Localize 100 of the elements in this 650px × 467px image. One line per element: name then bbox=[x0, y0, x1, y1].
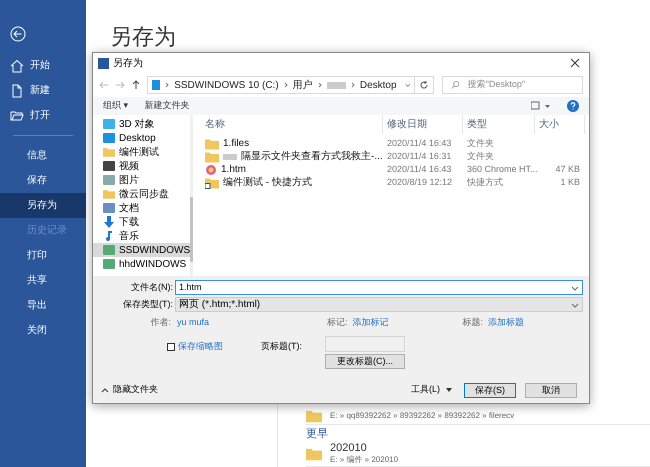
recent-folder-item[interactable]: 202010 E: » 编件 » 202010 bbox=[306, 441, 650, 467]
browser-icon bbox=[205, 164, 217, 176]
folder-path: E: » 编件 » 202010 bbox=[330, 455, 398, 465]
backstage-nav-item[interactable]: 打开 bbox=[0, 103, 86, 128]
new-folder-button[interactable]: 新建文件夹 bbox=[144, 99, 190, 113]
help-icon[interactable] bbox=[567, 100, 579, 112]
dropdown-caret-icon[interactable] bbox=[404, 81, 410, 89]
nav-tree-item[interactable]: hhdWINDOWS bbox=[93, 257, 190, 271]
file-date: 2020/11/4 16:43 bbox=[386, 162, 452, 176]
down-arrow-icon bbox=[103, 216, 115, 228]
hide-folders-toggle[interactable]: 隐藏文件夹 bbox=[113, 383, 158, 397]
chevron-icon bbox=[350, 82, 356, 88]
refresh-button[interactable] bbox=[414, 76, 434, 94]
backstage-nav-item[interactable]: 导出 bbox=[0, 293, 86, 318]
file-type: 360 Chrome HT... bbox=[467, 164, 538, 174]
drive-icon bbox=[152, 80, 160, 90]
file-name: 编件测试 - 快捷方式 bbox=[223, 176, 312, 190]
caret-up-icon[interactable] bbox=[101, 386, 109, 394]
file-date: 2020/11/4 16:31 bbox=[386, 150, 452, 163]
add-title-link[interactable]: 添加标题 bbox=[488, 316, 524, 330]
backstage-nav-item[interactable]: 关闭 bbox=[0, 318, 86, 343]
nav-tree-item[interactable]: 图片 bbox=[93, 173, 190, 187]
breadcrumb-item[interactable]: SSDWINDOWS 10 (C:) bbox=[174, 78, 279, 92]
tools-menu[interactable]: 工具(L) bbox=[411, 383, 440, 397]
close-icon[interactable] bbox=[570, 58, 580, 68]
redacted-text bbox=[223, 154, 237, 160]
nav-tree-item[interactable]: Desktop bbox=[93, 131, 190, 145]
filename-field[interactable]: 1.htm bbox=[175, 280, 583, 295]
chevron-icon bbox=[316, 82, 323, 88]
nav-tree-item[interactable]: 下载 bbox=[93, 215, 190, 229]
title-label: 标题: bbox=[462, 316, 484, 330]
nav-tree-item[interactable]: SSDWINDOWS bbox=[93, 243, 190, 257]
folder-icon bbox=[103, 188, 115, 200]
nav-tree-item[interactable]: 文档 bbox=[93, 201, 190, 215]
checkbox-label: 保存缩略图 bbox=[178, 340, 223, 353]
file-type-dropdown[interactable]: 网页 (*.htm;*.html) bbox=[175, 297, 583, 312]
column-header[interactable]: 类型 bbox=[463, 115, 535, 134]
backstage-nav-item[interactable]: 新建 bbox=[0, 78, 86, 103]
column-header[interactable]: 修改日期 bbox=[383, 115, 463, 134]
field-label: 文件名(N): bbox=[130, 280, 174, 294]
file-row[interactable]: 1.files 2020/11/4 16:43 文件夹 bbox=[201, 137, 589, 150]
file-type: 文件夹 bbox=[467, 150, 494, 161]
nav-tree-item[interactable]: 音乐 bbox=[93, 229, 190, 243]
view-options-icon[interactable] bbox=[531, 101, 551, 111]
scrollbar[interactable] bbox=[190, 115, 193, 276]
up-arrow-icon[interactable] bbox=[131, 80, 141, 90]
chevron-icon bbox=[282, 82, 289, 88]
backstage-nav-item[interactable]: 打印 bbox=[0, 243, 86, 268]
search-input[interactable]: 搜索"Desktop" bbox=[468, 78, 574, 92]
folder-name: 202010 bbox=[330, 442, 368, 455]
folder-icon bbox=[306, 409, 322, 423]
column-header[interactable]: 大小 bbox=[535, 115, 585, 134]
change-title-button[interactable]: 更改标题(C)... bbox=[325, 354, 405, 369]
refresh-icon bbox=[419, 80, 429, 90]
field-label: 保存类型(T): bbox=[122, 298, 174, 311]
recent-folder-item[interactable]: E: » qq89392262 » 89392262 » 89392262 » filerecv bbox=[306, 408, 650, 425]
backstage-nav-item[interactable]: 另存为 bbox=[0, 193, 86, 218]
dialog-title: 另存为 bbox=[113, 56, 143, 70]
file-date: 2020/11/4 16:43 bbox=[386, 136, 452, 150]
file-row[interactable]: 隔显示文件夹查看方式我救主-... 2020/11/4 16:31 文件夹 bbox=[201, 150, 589, 163]
cancel-button[interactable]: 取消 bbox=[525, 382, 577, 398]
page-title: 另存为 bbox=[109, 23, 177, 51]
nav-tree-item[interactable]: 编件测试 bbox=[93, 145, 190, 159]
page-title-field[interactable] bbox=[325, 336, 405, 352]
drive-icon bbox=[103, 245, 115, 255]
organize-menu[interactable]: 组织 ▾ bbox=[103, 99, 129, 113]
address-bar[interactable]: SSDWINDOWS 10 (C:) 用户 Desktop bbox=[147, 76, 415, 94]
drive-icon bbox=[103, 259, 115, 269]
dropdown-caret-icon[interactable] bbox=[446, 388, 452, 392]
home-icon bbox=[10, 58, 24, 72]
search-icon bbox=[451, 80, 460, 90]
file-row[interactable]: 编件测试 - 快捷方式 2020/8/19 12:12 快捷方式 1 KB bbox=[201, 176, 589, 189]
column-header[interactable]: 名称 bbox=[201, 115, 383, 134]
dropdown-caret-icon[interactable] bbox=[571, 284, 579, 292]
section-heading: 更早 bbox=[306, 427, 329, 441]
thumbnail-checkbox[interactable] bbox=[167, 342, 175, 351]
folder-icon bbox=[10, 108, 24, 122]
breadcrumb-item[interactable]: 用户 bbox=[292, 78, 313, 92]
breadcrumb-item[interactable]: Desktop bbox=[360, 78, 397, 92]
folder-path: E: » qq89392262 » 89392262 » 89392262 » filerecv bbox=[330, 411, 514, 421]
authors-value[interactable]: yu mufa bbox=[177, 316, 327, 330]
backstage-nav-item[interactable]: 信息 bbox=[0, 143, 86, 168]
file-name: 1.files bbox=[223, 137, 250, 151]
nav-tree-item[interactable]: 微云同步盘 bbox=[93, 187, 190, 201]
add-tag-link[interactable]: 添加标记 bbox=[352, 316, 463, 330]
nav-tree-item[interactable]: 视频 bbox=[93, 159, 190, 173]
backstage-nav-item[interactable]: 共享 bbox=[0, 268, 86, 293]
file-row[interactable]: 1.htm 2020/11/4 16:43 360 Chrome HT... 47 KB bbox=[201, 163, 589, 176]
file-name: 1.htm bbox=[221, 163, 246, 176]
file-size: 47 KB bbox=[555, 162, 580, 176]
search-field[interactable]: 搜索"Desktop" bbox=[442, 76, 583, 94]
back-icon[interactable] bbox=[10, 26, 26, 42]
nav-tree-item[interactable]: 3D 对象 bbox=[93, 117, 190, 131]
save-button[interactable]: 保存(S) bbox=[464, 382, 516, 398]
backstage-nav-item[interactable]: 开始 bbox=[0, 53, 86, 78]
music-note-icon bbox=[103, 230, 115, 242]
backstage-nav-item[interactable]: 保存 bbox=[0, 168, 86, 193]
folder-icon bbox=[205, 138, 219, 150]
authors-label: 作者: bbox=[149, 316, 171, 330]
folder-icon bbox=[103, 146, 115, 158]
